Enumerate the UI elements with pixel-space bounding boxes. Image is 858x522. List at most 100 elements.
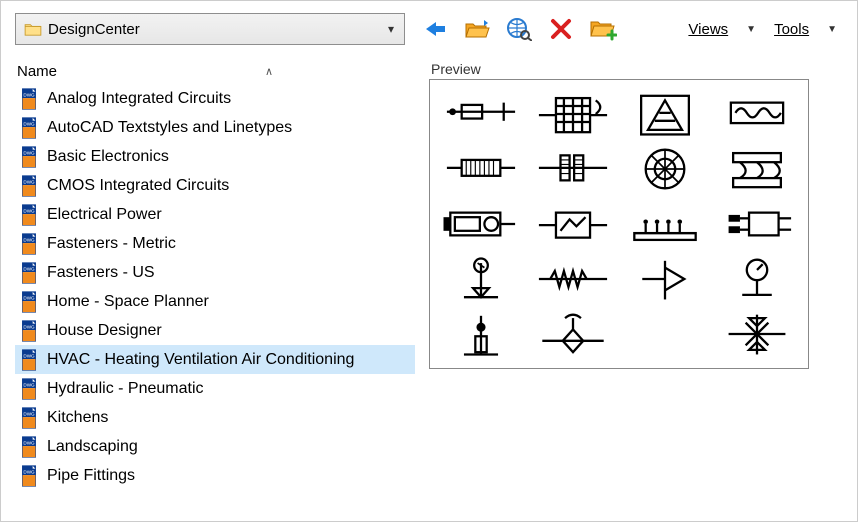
dwg-file-icon: DWG	[19, 117, 39, 139]
content-area: Name ∧ DWG Analog Integrated Circuits DW…	[15, 51, 843, 521]
designcenter-window: DesignCenter ▾	[0, 0, 858, 522]
svg-text:DWG: DWG	[23, 150, 35, 155]
open-folder-button[interactable]	[463, 15, 491, 43]
file-row[interactable]: DWG Pipe Fittings	[15, 461, 415, 490]
chevron-down-icon[interactable]: ▼	[740, 24, 762, 35]
column-header-label: Name	[17, 63, 57, 80]
menu-tools[interactable]: Tools	[768, 17, 815, 42]
dwg-file-icon: DWG	[19, 349, 39, 371]
file-row[interactable]: DWG CMOS Integrated Circuits	[15, 171, 415, 200]
menu-bar: Views ▼ Tools ▼	[682, 17, 843, 42]
svg-text:DWG: DWG	[23, 237, 35, 242]
dwg-file-icon: DWG	[19, 233, 39, 255]
svg-text:DWG: DWG	[23, 411, 35, 416]
dwg-file-icon: DWG	[19, 465, 39, 487]
file-name-label: Fasteners - Metric	[47, 235, 176, 253]
svg-text:DWG: DWG	[23, 179, 35, 184]
file-row[interactable]: DWG Kitchens	[15, 403, 415, 432]
file-row[interactable]: DWG Hydraulic - Pneumatic	[15, 374, 415, 403]
symbol-pressure-gauge[interactable]	[714, 254, 800, 305]
folder-icon	[24, 22, 42, 36]
symbol-finned-coil[interactable]	[622, 198, 708, 249]
symbol-sensor-probe[interactable]	[438, 309, 524, 360]
file-name-label: Fasteners - US	[47, 264, 155, 282]
symbol-heater-coil[interactable]	[530, 88, 616, 139]
dwg-file-icon: DWG	[19, 204, 39, 226]
file-name-label: CMOS Integrated Circuits	[47, 177, 229, 195]
chevron-down-icon[interactable]: ▼	[821, 24, 843, 35]
svg-text:DWG: DWG	[23, 353, 35, 358]
file-row[interactable]: DWG Landscaping	[15, 432, 415, 461]
sort-asc-icon: ∧	[265, 65, 273, 78]
file-row[interactable]: DWG HVAC - Heating Ventilation Air Condi…	[15, 345, 415, 374]
symbol-ahu-unit[interactable]	[438, 198, 524, 249]
svg-text:DWG: DWG	[23, 324, 35, 329]
file-row[interactable]: DWG House Designer	[15, 316, 415, 345]
svg-text:DWG: DWG	[23, 469, 35, 474]
dwg-file-icon: DWG	[19, 320, 39, 342]
file-name-label: Analog Integrated Circuits	[47, 90, 231, 108]
preview-label: Preview	[429, 61, 843, 79]
file-row[interactable]: DWG Fasteners - US	[15, 258, 415, 287]
chevron-down-icon: ▾	[384, 22, 398, 36]
svg-text:DWG: DWG	[23, 382, 35, 387]
new-folder-button[interactable]	[589, 15, 617, 43]
column-header-name[interactable]: Name ∧	[15, 61, 415, 84]
file-list[interactable]: DWG Analog Integrated Circuits DWG AutoC…	[15, 84, 415, 521]
file-row[interactable]: DWG Basic Electronics	[15, 142, 415, 171]
symbol-triangle-block[interactable]	[622, 88, 708, 139]
symbol-resistor-spring[interactable]	[530, 254, 616, 305]
preview-box	[429, 79, 809, 369]
file-row[interactable]: DWG Home - Space Planner	[15, 287, 415, 316]
file-row[interactable]: DWG AutoCAD Textstyles and Linetypes	[15, 113, 415, 142]
location-dropdown[interactable]: DesignCenter ▾	[15, 13, 405, 45]
symbol-duct-connector[interactable]	[714, 198, 800, 249]
dwg-file-icon: DWG	[19, 291, 39, 313]
toolbar-buttons	[415, 15, 617, 43]
symbol-coil-heater[interactable]	[714, 88, 800, 139]
symbol-control-valve[interactable]	[714, 309, 800, 360]
svg-text:DWG: DWG	[23, 121, 35, 126]
symbol-valve-manual[interactable]	[530, 309, 616, 360]
file-row[interactable]: DWG Electrical Power	[15, 200, 415, 229]
preview-pane: Preview	[429, 61, 843, 521]
file-row[interactable]: DWG Analog Integrated Circuits	[15, 84, 415, 113]
delete-button[interactable]	[547, 15, 575, 43]
file-name-label: Landscaping	[47, 438, 138, 456]
symbol-controller[interactable]	[530, 198, 616, 249]
file-name-label: Electrical Power	[47, 206, 162, 224]
file-name-label: Pipe Fittings	[47, 467, 135, 485]
symbol-pipe-section[interactable]	[530, 143, 616, 194]
file-row[interactable]: DWG Fasteners - Metric	[15, 229, 415, 258]
svg-text:DWG: DWG	[23, 440, 35, 445]
symbol-damper-manual[interactable]	[438, 88, 524, 139]
dwg-file-icon: DWG	[19, 407, 39, 429]
dwg-file-icon: DWG	[19, 436, 39, 458]
symbol-empty	[622, 309, 708, 360]
symbol-transistor[interactable]	[622, 254, 708, 305]
symbol-gauge-valve[interactable]	[438, 254, 524, 305]
file-name-label: Hydraulic - Pneumatic	[47, 380, 204, 398]
web-search-button[interactable]	[505, 15, 533, 43]
file-name-label: AutoCAD Textstyles and Linetypes	[47, 119, 292, 137]
file-name-label: Kitchens	[47, 409, 108, 427]
symbol-s-trap[interactable]	[714, 143, 800, 194]
back-button[interactable]	[421, 15, 449, 43]
symbol-silencer[interactable]	[438, 143, 524, 194]
location-text: DesignCenter	[48, 21, 378, 38]
svg-text:DWG: DWG	[23, 266, 35, 271]
toolbar: DesignCenter ▾	[15, 7, 843, 51]
menu-views[interactable]: Views	[682, 17, 734, 42]
file-name-label: HVAC - Heating Ventilation Air Condition…	[47, 351, 354, 369]
dwg-file-icon: DWG	[19, 88, 39, 110]
dwg-file-icon: DWG	[19, 175, 39, 197]
dwg-file-icon: DWG	[19, 262, 39, 284]
svg-text:DWG: DWG	[23, 295, 35, 300]
file-list-pane: Name ∧ DWG Analog Integrated Circuits DW…	[15, 61, 415, 521]
file-name-label: Home - Space Planner	[47, 293, 209, 311]
svg-text:DWG: DWG	[23, 208, 35, 213]
svg-text:DWG: DWG	[23, 92, 35, 97]
file-name-label: House Designer	[47, 322, 162, 340]
symbol-fan-radial[interactable]	[622, 143, 708, 194]
dwg-file-icon: DWG	[19, 146, 39, 168]
